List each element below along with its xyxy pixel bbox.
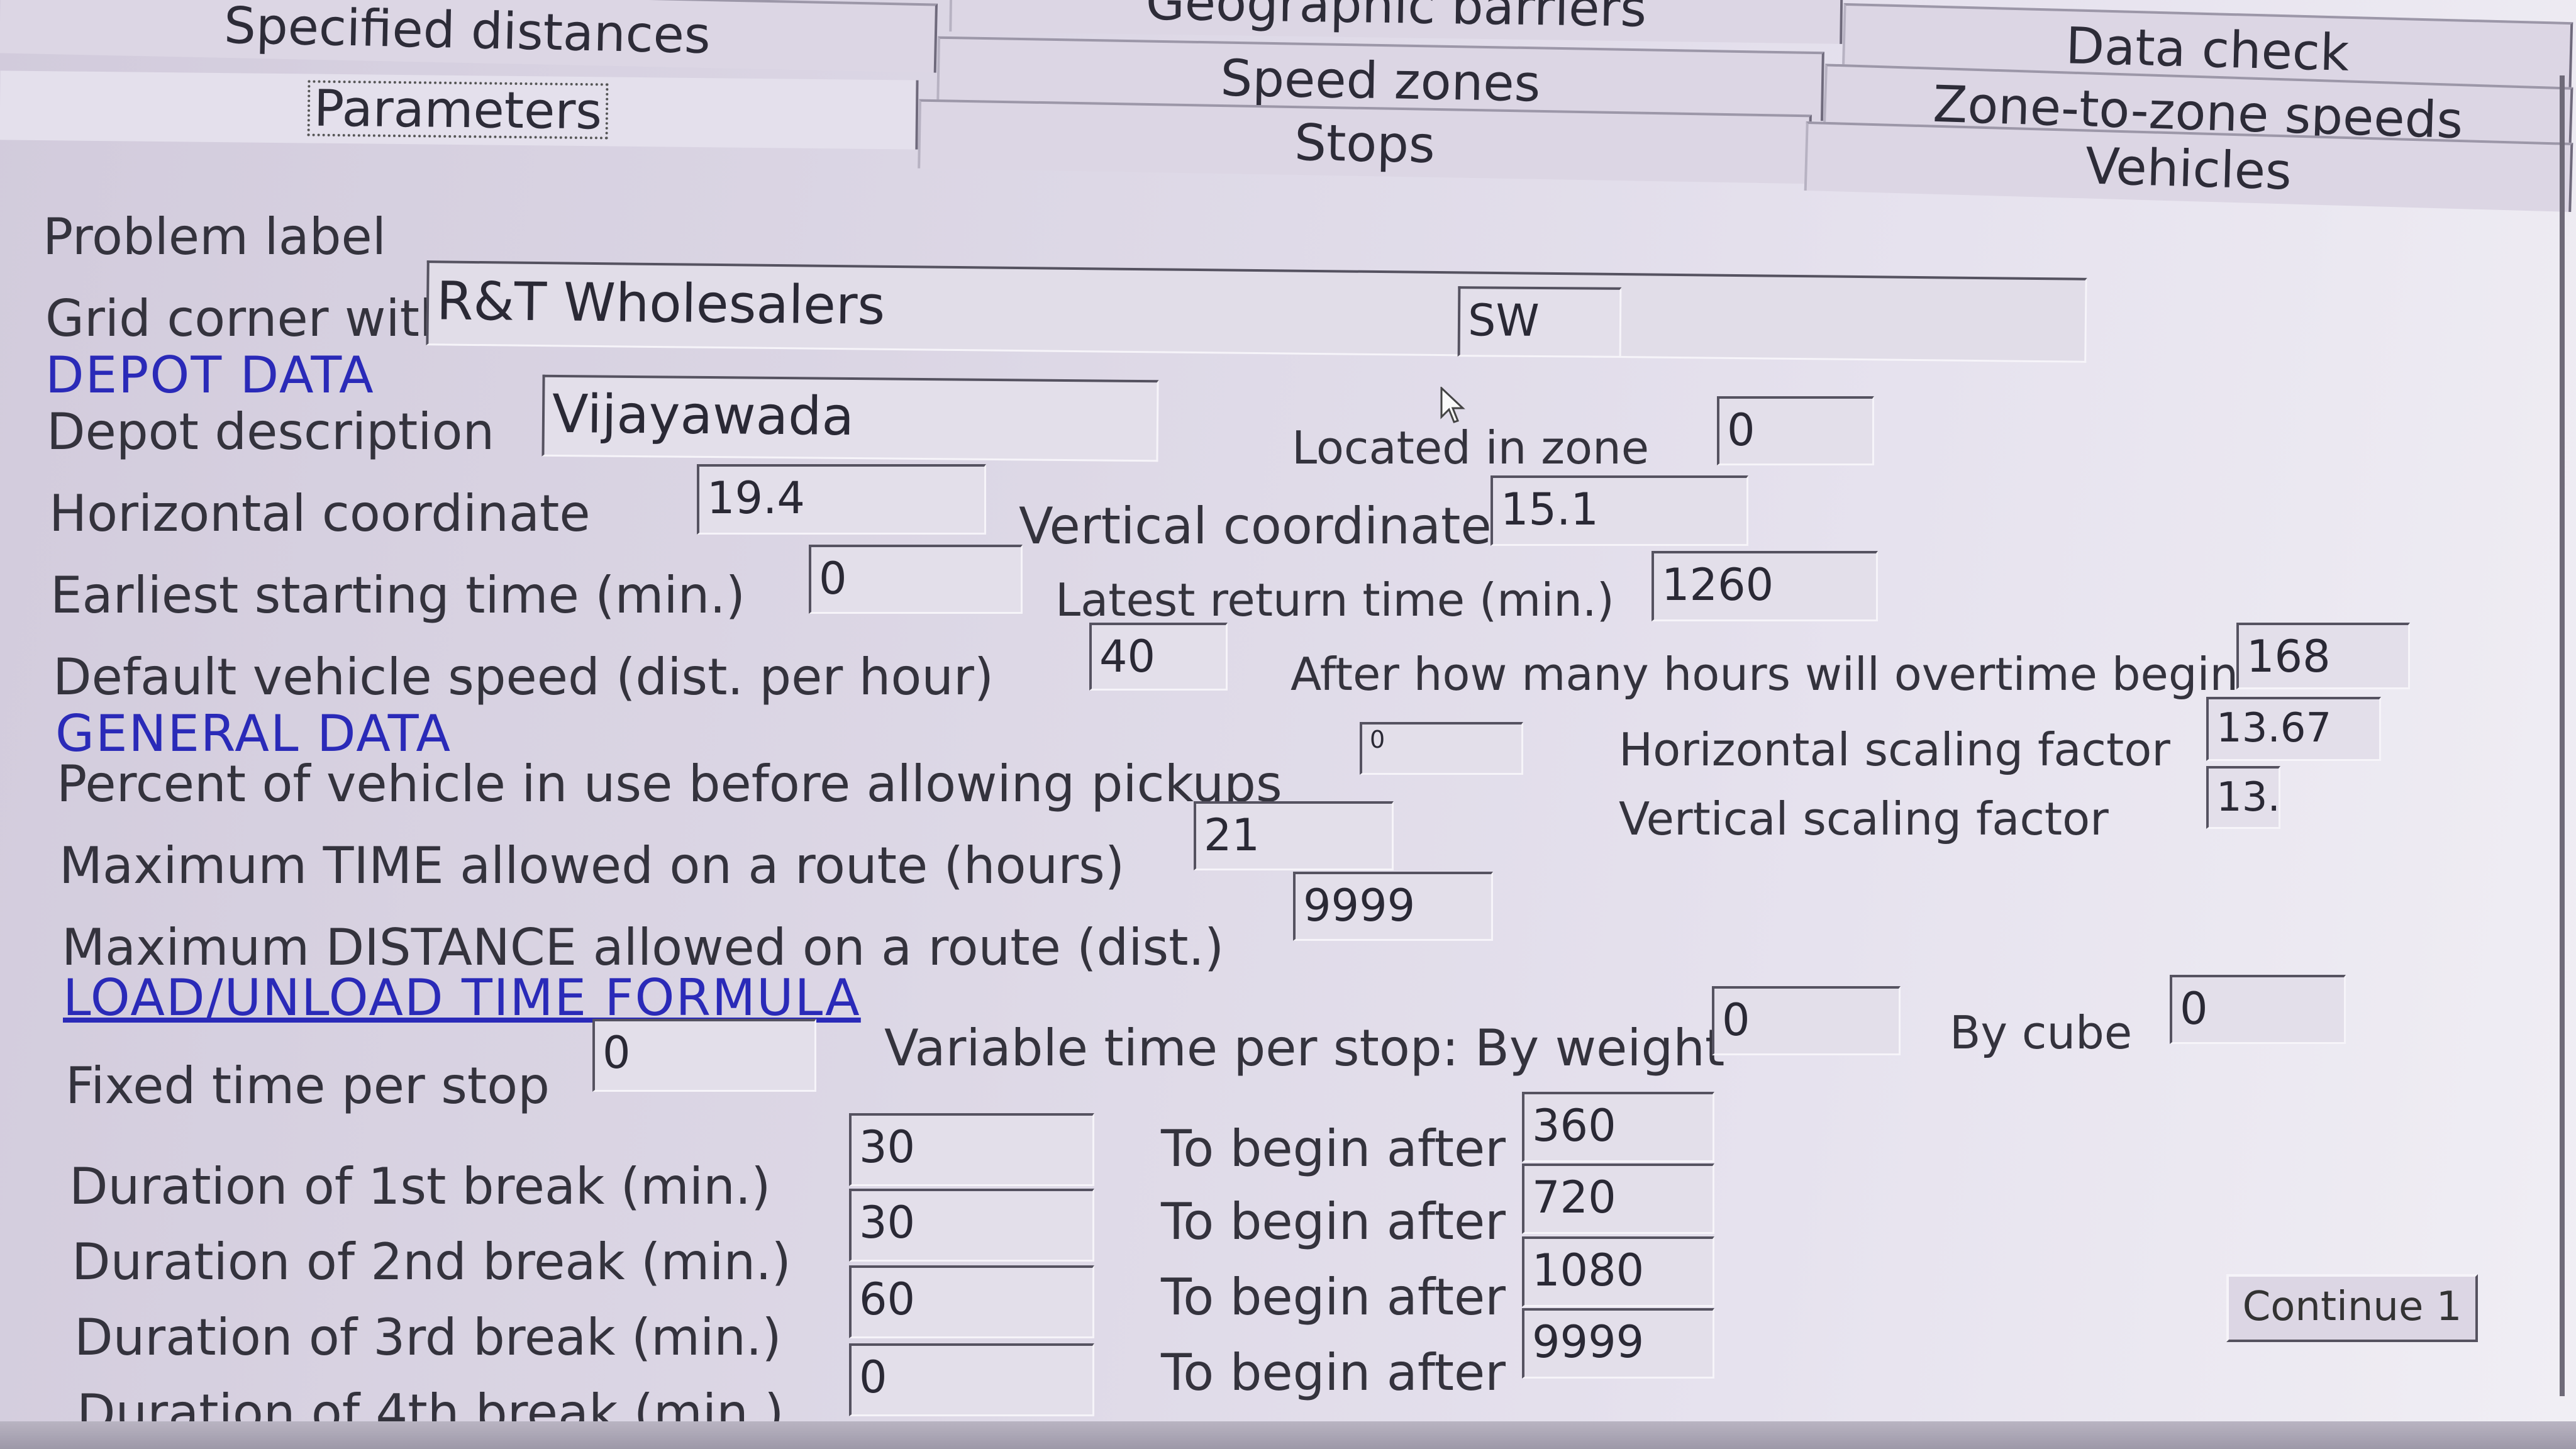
break-2-label: Duration of 2nd break (min.) (72, 1233, 791, 1291)
break-1-duration-field[interactable]: 30 (849, 1113, 1094, 1186)
break-1-after-label: To begin after (1161, 1119, 1506, 1178)
break-2-duration-field[interactable]: 30 (849, 1189, 1094, 1262)
latest-return-label: Latest return time (min.) (1055, 574, 1614, 626)
vertical-scaling-label: Vertical scaling factor (1619, 792, 2109, 845)
tab-parameters[interactable]: Parameters (0, 70, 919, 150)
by-cube-label: By cube (1950, 1006, 2133, 1059)
tab-label: Stops (1294, 113, 1436, 174)
grid-corner-caption: Grid corner with (45, 289, 429, 348)
problem-label-caption: Problem label (43, 208, 386, 266)
max-distance-field[interactable]: 9999 (1293, 872, 1493, 941)
max-time-label: Maximum TIME allowed on a route (hours) (59, 836, 1125, 895)
earliest-start-label: Earliest starting time (min.) (50, 566, 745, 625)
problem-label-field[interactable]: R&T Wholesalers (426, 260, 2087, 363)
fixed-time-label: Fixed time per stop (65, 1057, 550, 1115)
earliest-start-field[interactable]: 0 (809, 545, 1023, 614)
break-3-after-label: To begin after (1161, 1268, 1506, 1326)
tab-label: Parameters (306, 79, 610, 140)
horizontal-scaling-label: Horizontal scaling factor (1619, 723, 2170, 776)
horizontal-scaling-field[interactable]: 13.67 (2206, 697, 2381, 761)
tab-label: Speed zones (1219, 48, 1541, 113)
break-3-duration-field[interactable]: 60 (849, 1265, 1094, 1338)
mouse-cursor-icon (1440, 387, 1465, 423)
vertical-coordinate-label: Vertical coordinate (1019, 497, 1492, 555)
overtime-label: After how many hours will overtime begin (1291, 648, 2239, 701)
overtime-field[interactable]: 168 (2236, 623, 2410, 689)
grid-corner-field[interactable]: SW (1457, 286, 1622, 358)
break-4-duration-field[interactable]: 0 (849, 1343, 1094, 1416)
break-4-after-field[interactable]: 9999 (1522, 1308, 1714, 1379)
horizontal-coordinate-label: Horizontal coordinate (49, 484, 591, 543)
tab-label: Specified distances (223, 0, 711, 65)
by-cube-field[interactable]: 0 (2170, 975, 2346, 1044)
break-1-after-field[interactable]: 360 (1522, 1092, 1714, 1162)
break-2-after-field[interactable]: 720 (1522, 1163, 1714, 1234)
break-3-after-field[interactable]: 1080 (1522, 1236, 1714, 1307)
break-4-after-label: To begin after (1161, 1343, 1506, 1402)
located-in-zone-field[interactable]: 0 (1717, 396, 1874, 465)
max-time-field[interactable]: 21 (1194, 801, 1394, 870)
default-speed-field[interactable]: 40 (1089, 623, 1228, 691)
default-speed-label: Default vehicle speed (dist. per hour) (53, 648, 994, 706)
break-2-after-label: To begin after (1161, 1192, 1506, 1251)
continue-button[interactable]: Continue 1 (2226, 1274, 2478, 1342)
depot-description-field[interactable]: Vijayawada (541, 374, 1159, 462)
depot-data-heading: DEPOT DATA (45, 346, 375, 404)
horizontal-coordinate-field[interactable]: 19.4 (697, 464, 986, 535)
vertical-scaling-field[interactable]: 13.( (2206, 766, 2280, 829)
latest-return-field[interactable]: 1260 (1652, 551, 1878, 621)
window-edge (2560, 75, 2565, 1396)
by-weight-field[interactable]: 0 (1712, 986, 1901, 1055)
window-bottom-edge (0, 1421, 2576, 1449)
percent-in-use-field[interactable]: 0 (1360, 722, 1523, 775)
tab-label: Geographic barriers (1145, 0, 1647, 38)
fixed-time-field[interactable]: 0 (592, 1019, 816, 1092)
depot-description-label: Depot description (47, 402, 495, 461)
break-1-label: Duration of 1st break (min.) (69, 1157, 771, 1216)
variable-time-label: Variable time per stop: By weight (884, 1019, 1725, 1077)
located-in-zone-label: Located in zone (1292, 421, 1650, 474)
vertical-coordinate-field[interactable]: 15.1 (1491, 475, 1748, 546)
percent-in-use-label: Percent of vehicle in use before allowin… (57, 755, 1282, 813)
tab-label: Vehicles (2084, 136, 2293, 201)
break-3-label: Duration of 3rd break (min.) (74, 1308, 782, 1367)
